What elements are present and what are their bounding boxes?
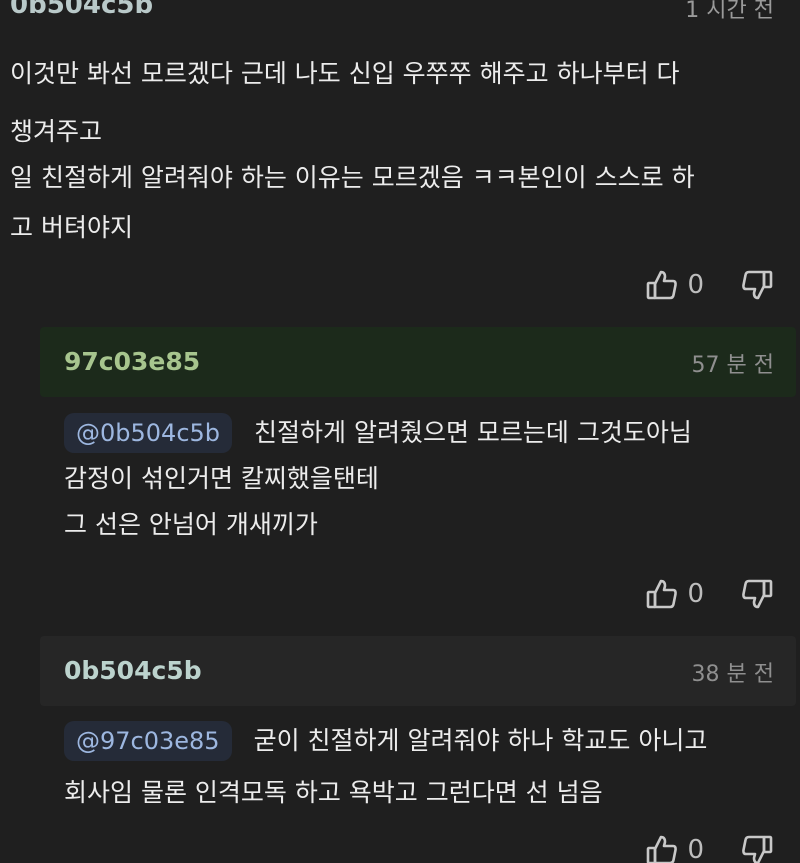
reply-line: 감정이 섞인거면 칼찌했을탠테 [64, 464, 379, 493]
mention-tag[interactable]: @97c03e85 [64, 721, 232, 761]
comment-line: 고 버텨야지 [10, 213, 133, 242]
like-count: 0 [687, 579, 704, 609]
vote-bar: 0 [645, 265, 774, 305]
reply-body: @0b504c5b 친절하게 알려줬으면 모르는데 그것도아님 감정이 섞인거면 … [64, 413, 692, 545]
thumbs-up-icon[interactable] [645, 268, 679, 302]
reply-header: 0b504c5b 38 분 전 [40, 636, 796, 706]
thumbs-up-icon[interactable] [645, 577, 679, 611]
reply-author[interactable]: 97c03e85 [64, 347, 200, 376]
reply-line: 회사임 물론 인격모독 하고 욕박고 그런다면 선 넘음 [64, 778, 603, 807]
comment-line: 챙겨주고 [10, 117, 103, 146]
vote-bar: 0 [645, 830, 774, 863]
comment-line: 일 친절하게 알려줘야 하는 이유는 모르겠음 ㅋㅋ본인이 스스로 하 [10, 163, 695, 192]
comment-header: 0b504c5b 1 시간 전 [0, 0, 800, 24]
reply-line: 굳이 친절하게 알려줘야 하나 학교도 아니고 [253, 726, 708, 755]
reply-author[interactable]: 0b504c5b [64, 656, 202, 685]
reply-time: 38 분 전 [691, 662, 774, 687]
reply-body: @97c03e85 굳이 친절하게 알려줘야 하나 학교도 아니고 회사임 물론 … [64, 721, 707, 813]
vote-bar: 0 [645, 574, 774, 614]
comment-body: 이것만 봐선 모르겠다 근데 나도 신입 우쭈쭈 해주고 하나부터 다 챙겨주고… [10, 54, 695, 248]
comment-line: 이것만 봐선 모르겠다 근데 나도 신입 우쭈쭈 해주고 하나부터 다 [10, 59, 680, 88]
reply-time: 57 분 전 [691, 353, 774, 378]
thumbs-down-icon[interactable] [740, 833, 774, 863]
reply-line: 친절하게 알려줬으면 모르는데 그것도아님 [254, 418, 692, 447]
like-count: 0 [687, 835, 704, 863]
mention-tag[interactable]: @0b504c5b [64, 413, 233, 453]
thumbs-up-icon[interactable] [645, 833, 679, 863]
comment-thread: 0b504c5b 1 시간 전 이것만 봐선 모르겠다 근데 나도 신입 우쭈쭈… [0, 0, 800, 863]
reply-line: 그 선은 안넘어 개새끼가 [64, 510, 318, 539]
thumbs-down-icon[interactable] [740, 577, 774, 611]
like-count: 0 [687, 270, 704, 300]
reply-header: 97c03e85 57 분 전 [40, 327, 796, 397]
thumbs-down-icon[interactable] [740, 268, 774, 302]
comment-author[interactable]: 0b504c5b [10, 0, 153, 20]
comment-time: 1 시간 전 [685, 0, 774, 23]
